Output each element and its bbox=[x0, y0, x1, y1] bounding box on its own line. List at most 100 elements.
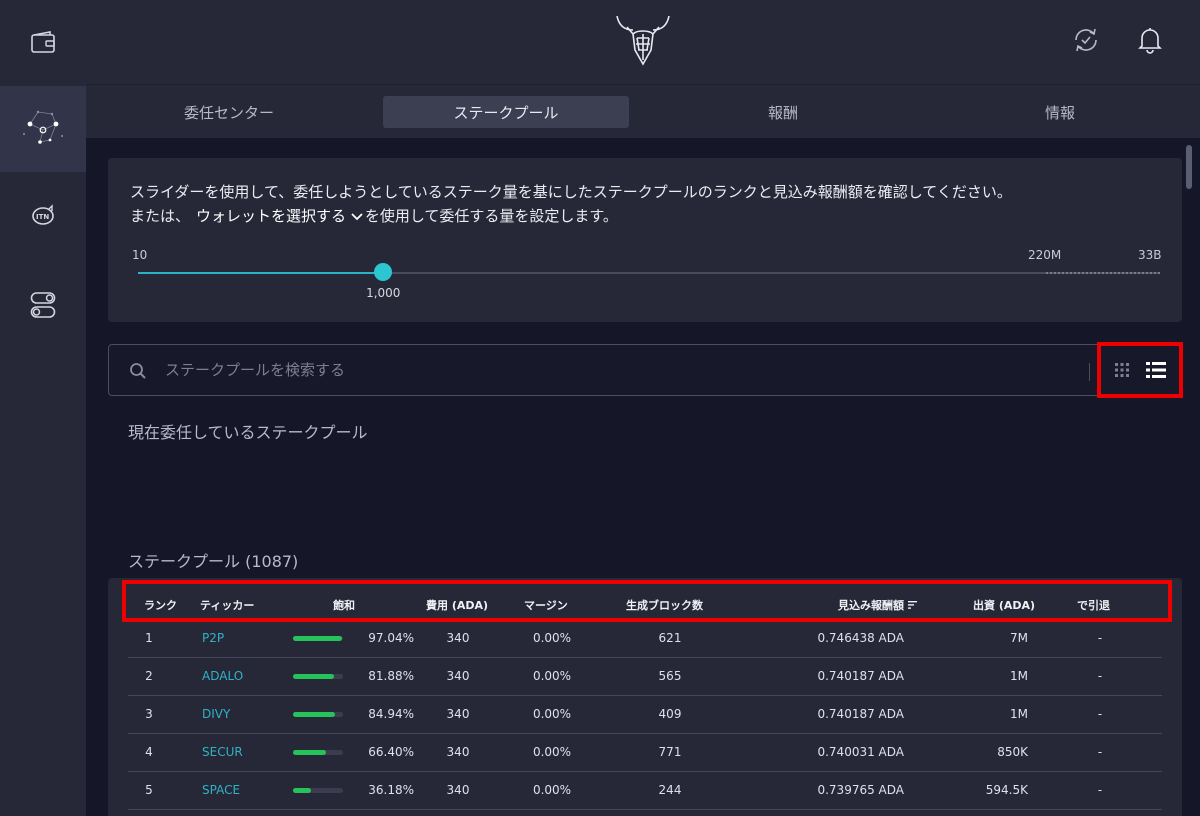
cell-ticker[interactable]: ADALO bbox=[202, 669, 272, 683]
header-pledge[interactable]: 出資 (ADA) bbox=[973, 597, 1035, 613]
tab-info[interactable]: 情報 bbox=[937, 96, 1183, 128]
saturation-bar-fill bbox=[293, 636, 342, 641]
sidebar: ITN bbox=[0, 0, 86, 816]
cell-pledge: 7M bbox=[1010, 631, 1028, 645]
cell-blocks: 621 bbox=[658, 631, 682, 645]
cell-margin: 0.00% bbox=[532, 669, 572, 683]
header-margin[interactable]: マージン bbox=[524, 597, 568, 613]
sort-icon bbox=[907, 601, 917, 609]
cell-rank: 3 bbox=[145, 707, 153, 721]
cell-saturation: 97.04% bbox=[368, 631, 414, 645]
table-row[interactable]: 1 P2P 97.04% 340 0.00% 621 0.746438 ADA 7M - bbox=[128, 620, 1162, 658]
cell-blocks: 409 bbox=[658, 707, 682, 721]
saturation-bar bbox=[293, 712, 343, 717]
cell-margin: 0.00% bbox=[532, 707, 572, 721]
grid-view-icon[interactable] bbox=[1114, 362, 1130, 378]
chevron-down-icon bbox=[351, 212, 363, 220]
daedalus-logo bbox=[613, 10, 673, 72]
bull-head-logo-icon bbox=[616, 15, 670, 66]
main-tabs: 委任センター ステークプール 報酬 情報 bbox=[86, 84, 1200, 138]
cell-ticker[interactable]: SECUR bbox=[202, 745, 272, 759]
cell-rewards: 0.739765 ADA bbox=[817, 783, 904, 797]
saturation-bar bbox=[293, 750, 343, 755]
saturation-bar-fill bbox=[293, 750, 327, 755]
cell-saturation: 81.88% bbox=[368, 669, 414, 683]
cell-pledge: 850K bbox=[997, 745, 1028, 759]
cell-ticker[interactable]: DIVY bbox=[202, 707, 272, 721]
list-view-icon[interactable] bbox=[1146, 361, 1166, 379]
cell-rewards: 0.746438 ADA bbox=[817, 631, 904, 645]
cell-pledge: 1M bbox=[1010, 669, 1028, 683]
cell-rank: 1 bbox=[145, 631, 153, 645]
wallet-icon bbox=[31, 31, 55, 53]
stake-amount-slider-card: スライダーを使用して、委任しようとしているステーク量を基にしたステークプールのラ… bbox=[108, 158, 1182, 322]
cell-rewards: 0.740031 ADA bbox=[817, 745, 904, 759]
view-toggle-highlight bbox=[1097, 342, 1183, 398]
header-retiring[interactable]: で引退 bbox=[1077, 597, 1110, 613]
sync-status-button[interactable] bbox=[1072, 26, 1100, 58]
cell-saturation: 36.18% bbox=[368, 783, 414, 797]
saturation-bar bbox=[293, 636, 343, 641]
cell-saturation: 84.94% bbox=[368, 707, 414, 721]
saturation-bar-fill bbox=[293, 674, 334, 679]
bell-icon bbox=[1138, 28, 1162, 54]
stake-pools-heading: ステークプール (1087) bbox=[128, 552, 299, 571]
cell-rewards: 0.740187 ADA bbox=[817, 707, 904, 721]
cell-pledge: 1M bbox=[1010, 707, 1028, 721]
search-divider bbox=[1089, 363, 1090, 381]
cell-blocks: 565 bbox=[658, 669, 682, 683]
cell-blocks: 771 bbox=[658, 745, 682, 759]
cell-rewards: 0.740187 ADA bbox=[817, 669, 904, 683]
cell-cost: 340 bbox=[446, 669, 470, 683]
sidebar-item-wallets[interactable] bbox=[0, 0, 86, 86]
header-ticker[interactable]: ティッカー bbox=[200, 597, 254, 613]
tab-stake-pools[interactable]: ステークプール bbox=[383, 96, 629, 128]
stake-pools-table: ランク ティッカー 飽和 費用 (ADA) マージン 生成ブロック数 見込み報酬… bbox=[108, 578, 1182, 816]
cell-cost: 340 bbox=[446, 745, 470, 759]
saturation-bar bbox=[293, 788, 343, 793]
cell-retiring: - bbox=[1097, 631, 1103, 645]
slider-handle[interactable] bbox=[374, 263, 393, 281]
cell-rank: 4 bbox=[145, 745, 153, 759]
slider-track-fill bbox=[138, 272, 384, 274]
cell-ticker[interactable]: SPACE bbox=[202, 783, 272, 797]
wallet-select-dropdown[interactable]: ウォレットを選択する bbox=[196, 207, 363, 225]
table-row[interactable]: 4 SECUR 66.40% 340 0.00% 771 0.740031 ADA 850K - bbox=[128, 734, 1162, 772]
toggles-icon bbox=[30, 292, 56, 318]
notifications-button[interactable] bbox=[1138, 26, 1162, 58]
cell-margin: 0.00% bbox=[532, 745, 572, 759]
header-cost[interactable]: 費用 (ADA) bbox=[426, 597, 488, 613]
cell-retiring: - bbox=[1097, 707, 1103, 721]
top-bar bbox=[86, 0, 1200, 84]
cell-rank: 2 bbox=[145, 669, 153, 683]
cell-margin: 0.00% bbox=[532, 783, 572, 797]
table-row[interactable]: 2 ADALO 81.88% 340 0.00% 565 0.740187 ADA 1M - bbox=[128, 658, 1162, 696]
slider-max-label: 33B bbox=[1138, 248, 1162, 262]
instruction-line-1: スライダーを使用して、委任しようとしているステーク量を基にしたステークプールのラ… bbox=[130, 183, 1012, 201]
slider-track[interactable] bbox=[138, 272, 1160, 274]
header-rank[interactable]: ランク bbox=[144, 597, 177, 613]
cell-retiring: - bbox=[1097, 669, 1103, 683]
sidebar-item-delegation[interactable] bbox=[0, 86, 86, 172]
header-rewards[interactable]: 見込み報酬額 bbox=[838, 597, 917, 613]
slider-min-label: 10 bbox=[132, 248, 148, 262]
cell-ticker[interactable]: P2P bbox=[202, 631, 272, 645]
saturation-bar bbox=[293, 674, 343, 679]
search-input[interactable] bbox=[165, 355, 1065, 385]
tab-delegation-center[interactable]: 委任センター bbox=[106, 96, 352, 128]
cell-blocks: 244 bbox=[658, 783, 682, 797]
cell-cost: 340 bbox=[446, 631, 470, 645]
cell-cost: 340 bbox=[446, 707, 470, 721]
table-header: ランク ティッカー 飽和 費用 (ADA) マージン 生成ブロック数 見込み報酬… bbox=[122, 580, 1172, 622]
table-row[interactable]: 5 SPACE 36.18% 340 0.00% 244 0.739765 ADA 594.5… bbox=[128, 772, 1162, 810]
sidebar-item-itn-rewards[interactable]: ITN bbox=[0, 172, 86, 258]
tab-rewards[interactable]: 報酬 bbox=[660, 96, 906, 128]
header-saturation[interactable]: 飽和 bbox=[333, 597, 355, 613]
table-row[interactable]: 3 DIVY 84.94% 340 0.00% 409 0.740187 ADA 1M - bbox=[128, 696, 1162, 734]
header-blocks[interactable]: 生成ブロック数 bbox=[626, 597, 703, 613]
sidebar-item-settings[interactable] bbox=[0, 262, 86, 348]
cell-saturation: 66.40% bbox=[368, 745, 414, 759]
svg-text:ITN: ITN bbox=[36, 213, 49, 221]
scrollbar-thumb[interactable] bbox=[1186, 145, 1192, 189]
saturation-bar-fill bbox=[293, 712, 336, 717]
